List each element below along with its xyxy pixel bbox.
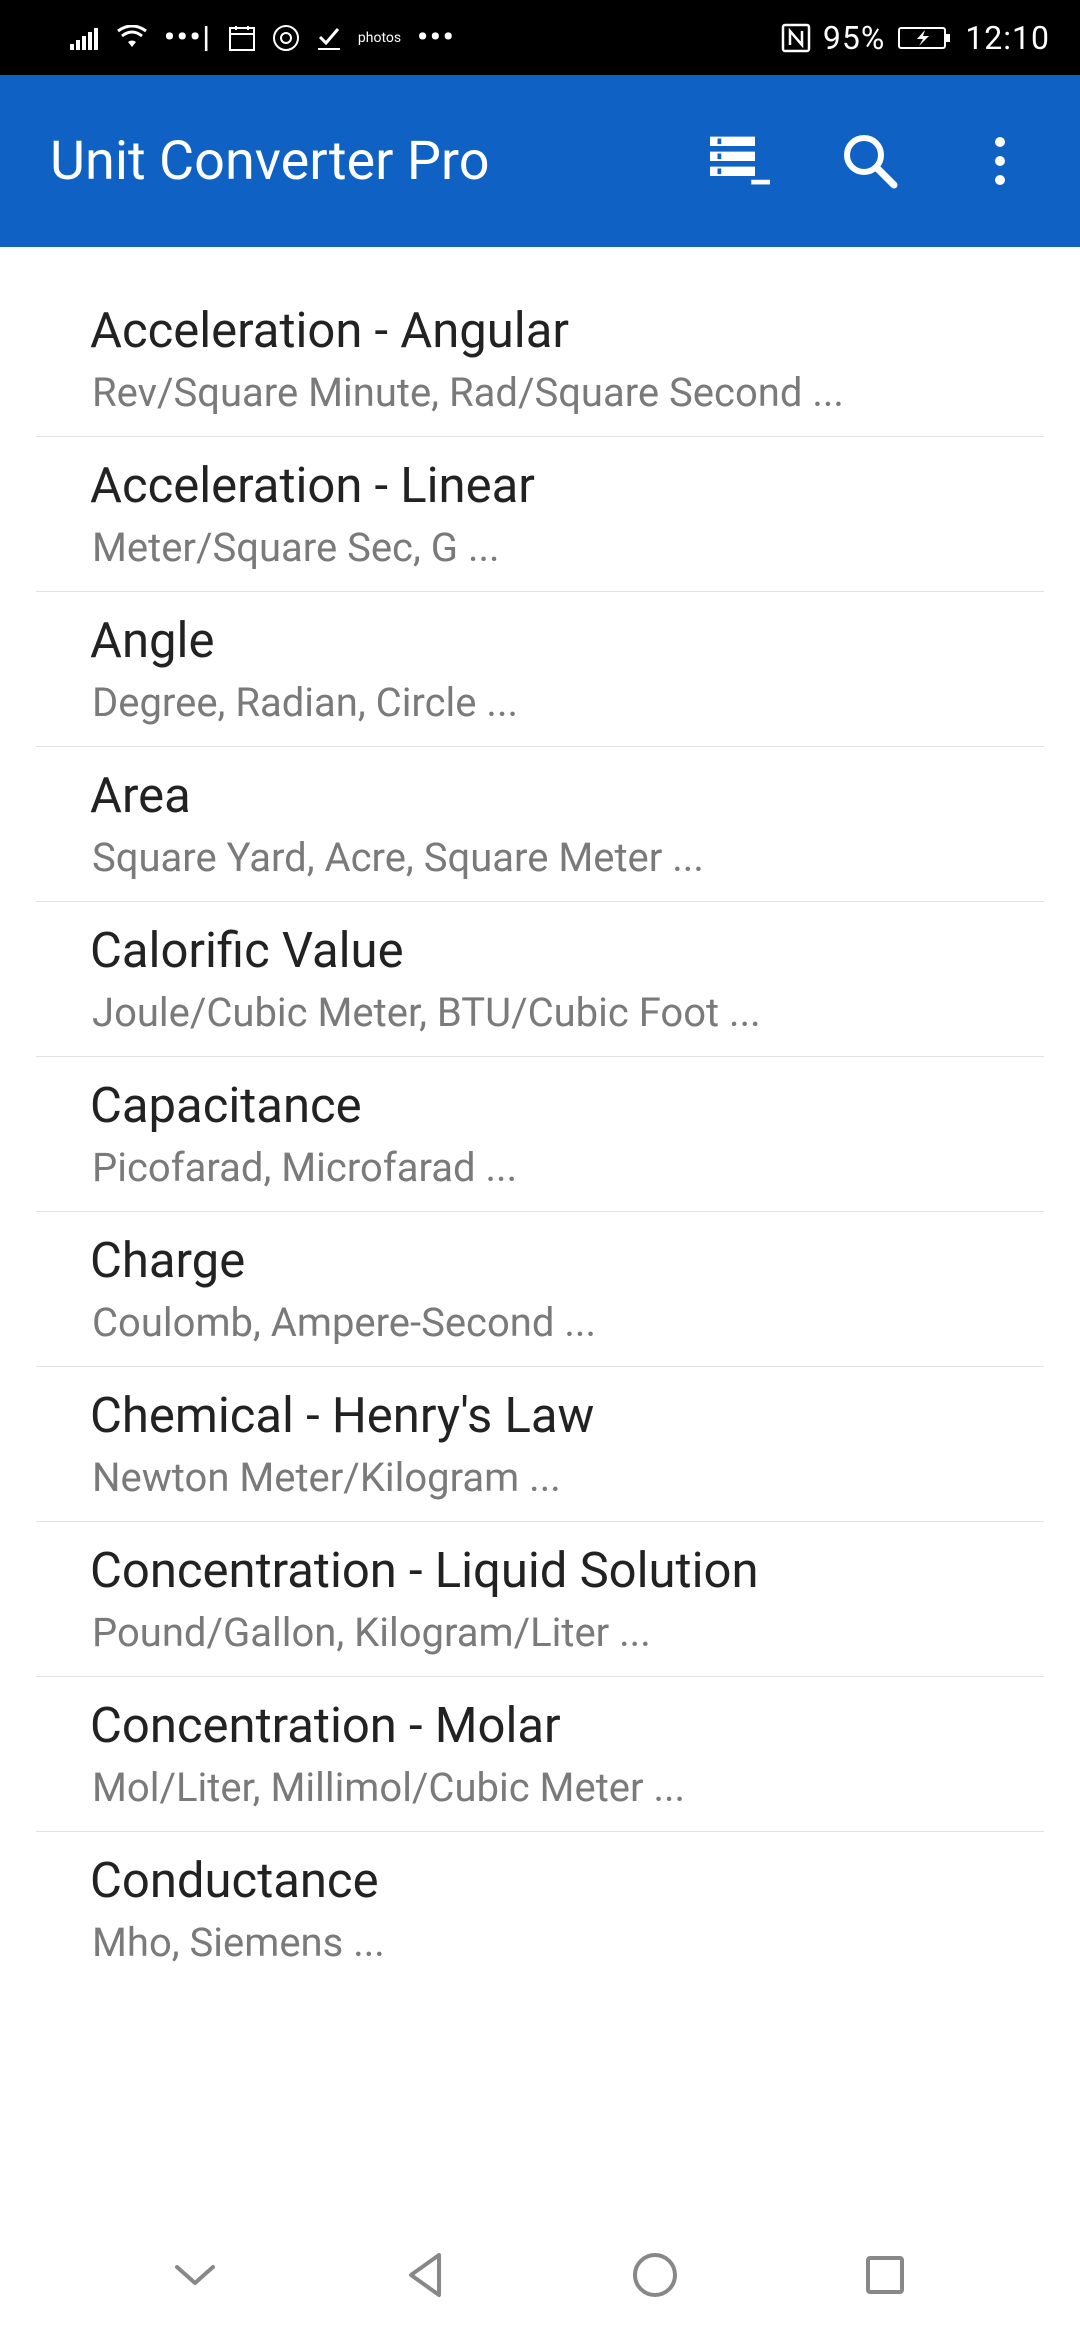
status-right: 95% 12:10 <box>781 19 1050 57</box>
wifi-icon <box>116 25 148 51</box>
item-subtitle: Mol/Liter, Millimol/Cubic Meter ... <box>92 1764 994 1811</box>
item-title: Acceleration - Linear <box>90 457 994 514</box>
item-subtitle: Picofarad, Microfarad ... <box>92 1144 994 1191</box>
item-subtitle: Rev/Square Minute, Rad/Square Second ... <box>92 369 994 416</box>
chrome-icon <box>272 24 300 52</box>
app-bar: Unit Converter Pro <box>0 75 1080 247</box>
app-title: Unit Converter Pro <box>50 130 710 193</box>
item-title: Concentration - Molar <box>90 1697 994 1754</box>
photos-icon: photos <box>358 30 401 46</box>
item-subtitle: Square Yard, Acre, Square Meter ... <box>92 834 994 881</box>
item-title: Angle <box>90 612 994 669</box>
nav-home-button[interactable] <box>625 2245 685 2305</box>
search-button[interactable] <box>840 131 900 191</box>
item-title: Conductance <box>90 1852 994 1909</box>
item-title: Charge <box>90 1232 994 1289</box>
list-item[interactable]: Calorific Value Joule/Cubic Meter, BTU/C… <box>36 902 1044 1057</box>
overflow-dots-icon: ••• <box>417 20 455 55</box>
list-item[interactable]: Charge Coulomb, Ampere-Second ... <box>36 1212 1044 1367</box>
list-item[interactable]: Capacitance Picofarad, Microfarad ... <box>36 1057 1044 1212</box>
list-item[interactable]: Angle Degree, Radian, Circle ... <box>36 592 1044 747</box>
nav-recent-button[interactable] <box>855 2245 915 2305</box>
nav-back-button[interactable] <box>395 2245 455 2305</box>
more-notifications-icon: •••| <box>164 20 212 55</box>
item-subtitle: Degree, Radian, Circle ... <box>92 679 994 726</box>
list-view-button[interactable] <box>710 131 770 191</box>
item-title: Concentration - Liquid Solution <box>90 1542 994 1599</box>
calendar-icon <box>228 24 256 52</box>
list-item[interactable]: Concentration - Molar Mol/Liter, Millimo… <box>36 1677 1044 1832</box>
app-actions <box>710 131 1060 191</box>
list-item[interactable]: Acceleration - Angular Rev/Square Minute… <box>36 287 1044 437</box>
signal-icon <box>70 26 100 50</box>
item-title: Capacitance <box>90 1077 994 1134</box>
download-done-icon <box>316 25 342 51</box>
battery-percent: 95% <box>823 19 885 57</box>
item-subtitle: Newton Meter/Kilogram ... <box>92 1454 994 1501</box>
status-left: •••| photos ••• <box>70 20 455 55</box>
list-item[interactable]: Chemical - Henry's Law Newton Meter/Kilo… <box>36 1367 1044 1522</box>
navigation-bar <box>0 2210 1080 2340</box>
list-item[interactable]: Concentration - Liquid Solution Pound/Ga… <box>36 1522 1044 1677</box>
list-item[interactable]: Area Square Yard, Acre, Square Meter ... <box>36 747 1044 902</box>
battery-charging-icon <box>897 24 953 52</box>
item-subtitle: Mho, Siemens ... <box>92 1919 994 1966</box>
list-item[interactable]: Acceleration - Linear Meter/Square Sec, … <box>36 437 1044 592</box>
item-title: Area <box>90 767 994 824</box>
item-subtitle: Pound/Gallon, Kilogram/Liter ... <box>92 1609 994 1656</box>
overflow-menu-button[interactable] <box>970 131 1030 191</box>
category-list: Acceleration - Angular Rev/Square Minute… <box>0 247 1080 1986</box>
status-bar: •••| photos ••• 95% 12:10 <box>0 0 1080 75</box>
clock-time: 12:10 <box>965 19 1050 57</box>
item-title: Acceleration - Angular <box>90 302 994 359</box>
nfc-icon <box>781 23 811 53</box>
item-subtitle: Joule/Cubic Meter, BTU/Cubic Foot ... <box>92 989 994 1036</box>
item-subtitle: Coulomb, Ampere-Second ... <box>92 1299 994 1346</box>
item-title: Calorific Value <box>90 922 994 979</box>
item-subtitle: Meter/Square Sec, G ... <box>92 524 994 571</box>
item-title: Chemical - Henry's Law <box>90 1387 994 1444</box>
nav-hide-button[interactable] <box>165 2245 225 2305</box>
list-item[interactable]: Conductance Mho, Siemens ... <box>36 1832 1044 1986</box>
